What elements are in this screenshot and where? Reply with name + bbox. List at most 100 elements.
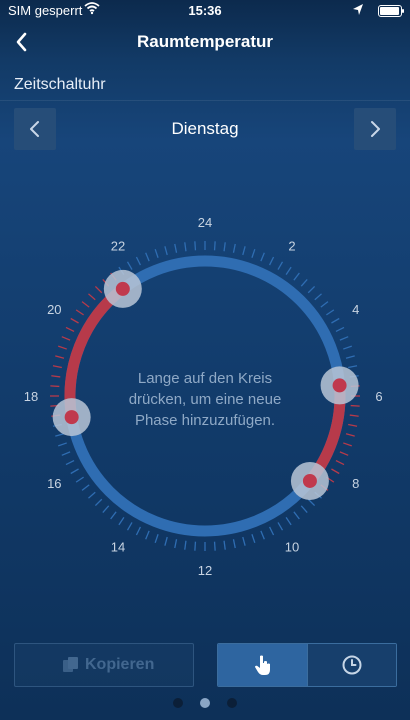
tick-mark bbox=[65, 326, 75, 333]
tick-mark bbox=[164, 536, 168, 546]
hour-label: 24 bbox=[198, 215, 212, 230]
phase-handle[interactable] bbox=[52, 398, 91, 437]
chevron-right-icon bbox=[371, 121, 380, 137]
page-dot[interactable] bbox=[227, 698, 237, 708]
tick-mark bbox=[285, 266, 292, 275]
tick-mark bbox=[154, 249, 159, 258]
schedule-dial[interactable]: 24246810121416182022 Lange auf den Kreis… bbox=[0, 200, 410, 580]
tick-mark bbox=[345, 355, 355, 359]
tick-mark bbox=[307, 285, 316, 294]
phase-handle[interactable] bbox=[320, 366, 359, 405]
tick-mark bbox=[88, 293, 96, 301]
tick-mark bbox=[345, 433, 355, 437]
hour-label: 18 bbox=[24, 389, 38, 404]
page-dot[interactable] bbox=[173, 698, 183, 708]
tick-mark bbox=[184, 540, 187, 550]
tick-mark bbox=[350, 404, 360, 407]
phase-handle-center[interactable] bbox=[302, 473, 317, 488]
tick-mark bbox=[164, 246, 168, 256]
page-title: Raumtemperatur bbox=[136, 32, 274, 51]
hour-label: 6 bbox=[375, 389, 382, 404]
tick-mark bbox=[118, 517, 125, 526]
hand-pointer-icon bbox=[255, 655, 270, 675]
tick-mark bbox=[94, 498, 103, 507]
navigation-bar: Raumtemperatur bbox=[0, 20, 410, 64]
tick-mark bbox=[65, 459, 75, 466]
tick-mark bbox=[326, 309, 335, 316]
phase-handle[interactable] bbox=[290, 461, 329, 500]
hour-label: 20 bbox=[47, 302, 61, 317]
tick-mark bbox=[343, 442, 352, 447]
tick-mark bbox=[70, 468, 79, 475]
tick-mark bbox=[277, 522, 284, 531]
tick-mark bbox=[300, 505, 308, 513]
tick-mark bbox=[145, 530, 150, 540]
tick-mark bbox=[339, 336, 349, 341]
tick-mark bbox=[285, 517, 292, 526]
tick-mark bbox=[174, 243, 178, 253]
tick-mark bbox=[126, 522, 133, 531]
comfort-phase-arc[interactable] bbox=[64, 284, 127, 418]
page-dot-active[interactable] bbox=[200, 698, 210, 708]
copy-button-label: Kopieren bbox=[85, 656, 155, 673]
tick-mark bbox=[335, 326, 345, 333]
status-bar: SIM gesperrt 15:36 bbox=[0, 0, 410, 20]
tick-mark bbox=[260, 530, 265, 540]
tick-mark bbox=[343, 345, 352, 350]
tick-mark bbox=[61, 336, 71, 341]
tick-mark bbox=[55, 355, 65, 359]
page-indicator bbox=[0, 698, 410, 710]
tick-mark bbox=[232, 539, 236, 549]
tick-mark bbox=[242, 246, 246, 256]
segment-manual-mode[interactable] bbox=[218, 644, 307, 686]
tick-mark bbox=[293, 511, 300, 520]
tick-mark bbox=[232, 243, 236, 253]
section-title: Zeitschaltuhr bbox=[14, 76, 106, 93]
copy-button[interactable]: Kopieren bbox=[14, 643, 194, 687]
hour-label: 22 bbox=[111, 238, 125, 253]
tick-mark bbox=[81, 301, 90, 308]
tick-mark bbox=[349, 414, 359, 417]
phase-handle-center[interactable] bbox=[332, 378, 347, 393]
hour-label: 14 bbox=[111, 540, 125, 555]
tick-mark bbox=[70, 317, 79, 324]
tick-mark bbox=[52, 365, 62, 369]
tick-mark bbox=[339, 451, 349, 456]
tick-mark bbox=[314, 293, 322, 301]
battery-icon bbox=[378, 5, 404, 17]
phase-handle[interactable] bbox=[103, 269, 142, 308]
tick-mark bbox=[184, 242, 187, 252]
screen: SIM gesperrt 15:36 Raumtemperatur Zeitsc… bbox=[0, 0, 410, 720]
tick-mark bbox=[135, 526, 142, 536]
hour-label: 12 bbox=[198, 563, 212, 578]
tick-mark bbox=[61, 451, 71, 456]
tick-mark bbox=[251, 534, 256, 543]
tick-mark bbox=[110, 511, 117, 520]
tick-mark bbox=[94, 285, 103, 294]
tick-mark bbox=[81, 484, 90, 491]
next-day-button[interactable] bbox=[354, 108, 396, 150]
hour-label: 4 bbox=[352, 302, 359, 317]
tick-mark bbox=[75, 309, 84, 316]
phase-handle-center[interactable] bbox=[115, 281, 130, 296]
divider bbox=[0, 100, 410, 101]
tick-mark bbox=[331, 468, 340, 475]
tick-mark bbox=[331, 317, 340, 324]
hour-label: 2 bbox=[288, 238, 295, 253]
tick-mark bbox=[223, 540, 226, 550]
tick-mark bbox=[242, 536, 246, 546]
tick-mark bbox=[348, 365, 358, 369]
dial-hint-line-3: Phase hinzuzufügen. bbox=[135, 412, 275, 429]
phase-handle-center[interactable] bbox=[64, 410, 79, 425]
tick-mark bbox=[174, 539, 178, 549]
dial-hint-line-2: drücken, um eine neue bbox=[129, 391, 282, 408]
tick-mark bbox=[213, 241, 216, 251]
segment-time-mode[interactable] bbox=[307, 644, 396, 686]
tick-mark bbox=[126, 261, 133, 270]
dial-hint-line-1: Lange auf den Kreis bbox=[138, 370, 272, 387]
tick-mark bbox=[348, 423, 358, 427]
status-time: 15:36 bbox=[188, 3, 222, 18]
hour-label: 10 bbox=[285, 540, 299, 555]
tick-mark bbox=[55, 433, 65, 437]
tick-mark bbox=[268, 256, 275, 266]
